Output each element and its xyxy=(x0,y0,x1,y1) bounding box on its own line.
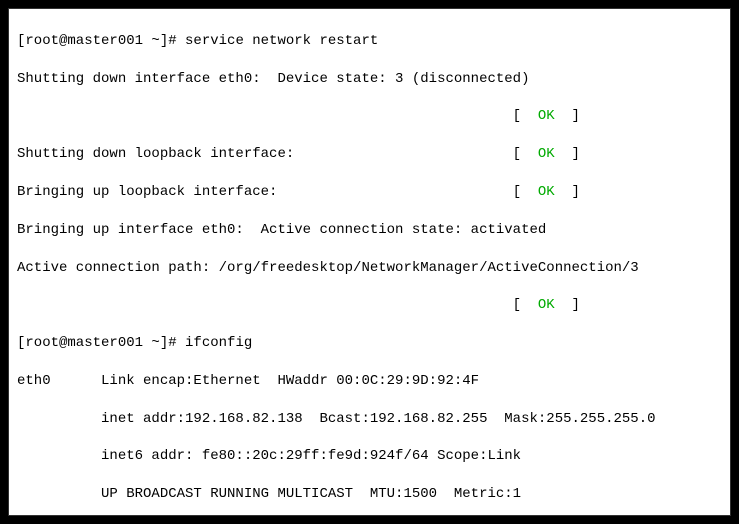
ifconfig-eth0-line: eth0 Link encap:Ethernet HWaddr 00:0C:29… xyxy=(17,372,722,391)
shell-prompt: [root@master001 ~]# xyxy=(17,335,185,351)
shell-prompt: [root@master001 ~]# xyxy=(17,33,185,49)
status-bracket-end: ] xyxy=(555,297,580,313)
ok-badge: OK xyxy=(538,146,555,162)
ifconfig-eth0-line: inet addr:192.168.82.138 Bcast:192.168.8… xyxy=(17,410,722,429)
output-text: Bringing up loopback interface: xyxy=(17,184,277,200)
status-padding: [ xyxy=(17,297,538,313)
prompt-line-2: [root@master001 ~]# ifconfig xyxy=(17,334,722,353)
ok-badge: OK xyxy=(538,108,555,124)
prompt-line-1: [root@master001 ~]# service network rest… xyxy=(17,32,722,51)
status-bracket-end: ] xyxy=(555,108,580,124)
ok-badge: OK xyxy=(538,184,555,200)
output-text: Shutting down loopback interface: xyxy=(17,146,294,162)
output-line: Bringing up loopback interface: [ OK ] xyxy=(17,183,722,202)
output-line: Shutting down loopback interface: [ OK ] xyxy=(17,145,722,164)
status-bracket-end: ] xyxy=(555,146,580,162)
command-text: service network restart xyxy=(185,33,378,49)
terminal-window: [root@master001 ~]# service network rest… xyxy=(8,8,731,516)
status-padding: [ xyxy=(294,146,538,162)
ifconfig-eth0-line: inet6 addr: fe80::20c:29ff:fe9d:924f/64 … xyxy=(17,447,722,466)
output-line: Shutting down interface eth0: Device sta… xyxy=(17,70,722,89)
ifconfig-eth0-line: UP BROADCAST RUNNING MULTICAST MTU:1500 … xyxy=(17,485,722,504)
ok-badge: OK xyxy=(538,297,555,313)
output-line: Active connection path: /org/freedesktop… xyxy=(17,259,722,278)
output-line: Bringing up interface eth0: Active conne… xyxy=(17,221,722,240)
status-padding: [ xyxy=(277,184,537,200)
status-bracket-end: ] xyxy=(555,184,580,200)
status-ok-line: [ OK ] xyxy=(17,107,722,126)
status-ok-line: [ OK ] xyxy=(17,296,722,315)
command-text: ifconfig xyxy=(185,335,252,351)
status-padding: [ xyxy=(17,108,538,124)
